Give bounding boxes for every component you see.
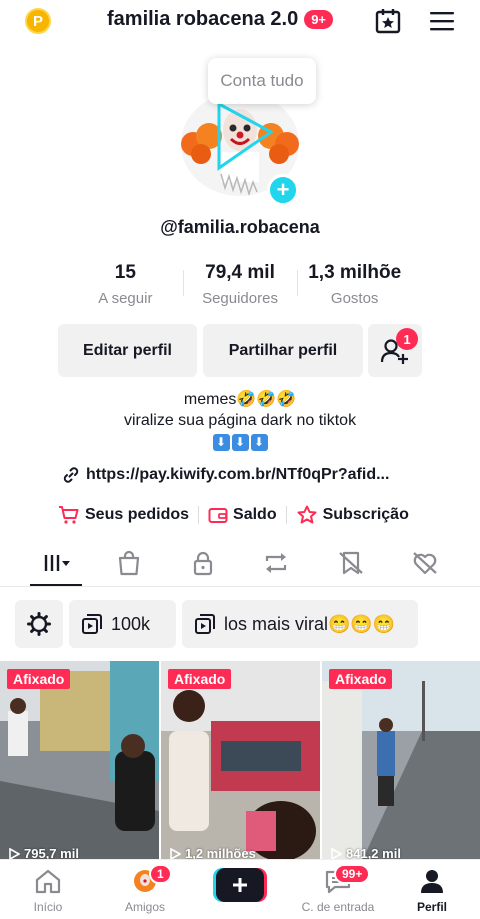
nav-profile[interactable]: Perfil <box>392 868 472 914</box>
playlist-settings-button[interactable] <box>15 600 63 648</box>
video-thumbnail[interactable]: Afixado 1,2 milhões <box>161 661 320 861</box>
nav-home[interactable]: Início <box>8 868 88 914</box>
divider <box>198 506 200 524</box>
coin-icon[interactable]: P <box>25 8 51 34</box>
playlist-chip[interactable]: los mais viral😁😁😁 <box>182 600 418 648</box>
bio-line: memes🤣🤣🤣 <box>183 391 297 408</box>
tab-favorites-hidden-icon[interactable] <box>337 549 365 577</box>
create-post-button[interactable] <box>213 868 267 902</box>
active-tab-indicator <box>30 584 82 586</box>
pinned-badge: Afixado <box>7 669 71 689</box>
gear-icon <box>27 612 51 636</box>
stat-label: Seguidores <box>202 290 278 307</box>
stat-value: 1,3 milhõe <box>308 262 402 283</box>
balance-label: Saldo <box>233 506 277 523</box>
playlist-label: los mais viral😁😁😁 <box>224 613 396 634</box>
add-avatar-icon[interactable]: + <box>267 174 299 206</box>
notification-badge: 9+ <box>304 10 334 29</box>
stat-following[interactable]: 15 A seguir <box>68 262 183 312</box>
subscription-button[interactable]: Subscrição <box>296 505 409 525</box>
menu-icon[interactable] <box>429 10 455 32</box>
tab-reposts-icon[interactable] <box>262 549 290 577</box>
nav-label: C. de entrada <box>301 900 375 914</box>
nav-label: Perfil <box>416 900 447 914</box>
account-switcher[interactable]: familia robacena 2.0 9+ <box>107 8 334 31</box>
stat-followers[interactable]: 79,4 mil Seguidores <box>182 262 298 312</box>
divider <box>285 506 287 524</box>
nav-label: Início <box>33 900 63 914</box>
video-thumbnail-image <box>0 661 159 861</box>
wallet-icon <box>208 508 228 523</box>
stats-row: 15 A seguir 79,4 mil Seguidores 1,3 milh… <box>68 262 412 312</box>
down-arrow-icon: ⬇ <box>212 434 230 451</box>
top-bar: P familia robacena 2.0 9+ <box>0 0 480 44</box>
friends-badge: 1 <box>149 864 172 884</box>
nav-friends[interactable]: Amigos 1 <box>105 864 185 914</box>
playlist-label: 100k <box>111 613 151 634</box>
subscription-label: Subscrição <box>322 506 409 523</box>
stat-value: 15 <box>114 262 136 283</box>
shop-row: Seus pedidos Saldo Subscrição <box>58 505 409 525</box>
play-icon <box>9 847 20 860</box>
playlist-icon <box>82 614 102 634</box>
stat-likes[interactable]: 1,3 milhõe Gostos <box>297 262 412 312</box>
edit-profile-button[interactable]: Editar perfil <box>58 324 197 377</box>
username: @familia.robacena <box>160 217 320 237</box>
playlist-icon <box>195 614 215 634</box>
video-thumbnail-image <box>161 661 320 861</box>
down-arrow-icon: ⬇ <box>250 434 268 451</box>
cart-icon <box>59 506 79 524</box>
pinned-badge: Afixado <box>168 669 232 689</box>
video-thumbnail[interactable]: Afixado 841,2 mil <box>322 661 480 861</box>
inbox-badge: 99+ <box>334 864 371 884</box>
bio-line: viralize sua página dark no tiktok <box>123 412 357 429</box>
orders-button[interactable]: Seus pedidos <box>58 505 189 525</box>
bio: memes🤣🤣🤣 viralize sua página dark no tik… <box>0 389 480 452</box>
play-icon <box>170 847 181 860</box>
tooltip: Conta tudo <box>208 58 316 104</box>
tab-liked-hidden-icon[interactable] <box>411 549 439 577</box>
subscription-star-icon <box>297 505 317 524</box>
balance-button[interactable]: Saldo <box>208 506 277 524</box>
share-profile-button[interactable]: Partilhar perfil <box>203 324 363 377</box>
play-icon <box>331 847 342 860</box>
playlist-chip[interactable]: 100k <box>69 600 176 648</box>
pinned-badge: Afixado <box>329 669 393 689</box>
video-thumbnail[interactable]: Afixado 795,7 mil <box>0 661 159 861</box>
calendar-star-icon[interactable] <box>374 7 402 35</box>
tab-shop-bag-icon[interactable] <box>115 549 143 577</box>
orders-label: Seus pedidos <box>85 506 190 523</box>
tab-videos-grid-icon[interactable] <box>42 549 70 577</box>
stat-label: A seguir <box>98 290 153 307</box>
page-title: familia robacena 2.0 <box>107 8 299 30</box>
link-icon <box>63 467 79 483</box>
nav-label: Amigos <box>124 900 165 914</box>
add-friend-button[interactable]: 1 <box>368 324 422 377</box>
tab-private-lock-icon[interactable] <box>189 549 217 577</box>
profile-icon <box>421 870 443 893</box>
profile-tabs <box>0 543 480 587</box>
nav-inbox[interactable]: C. de entrada 99+ <box>296 864 380 914</box>
down-arrow-icon: ⬇ <box>231 434 249 451</box>
stat-value: 79,4 mil <box>205 262 275 283</box>
bio-link[interactable]: https://pay.kiwify.com.br/NTf0qPr?afid..… <box>62 466 389 484</box>
home-icon <box>35 869 61 894</box>
bio-arrows: ⬇ ⬇ ⬇ <box>212 434 268 451</box>
video-thumbnail-image <box>322 661 480 861</box>
bottom-nav: Início Amigos 1 C. de entrada 99+ Perfil <box>0 859 480 919</box>
link-text: https://pay.kiwify.com.br/NTf0qPr?afid..… <box>86 466 390 483</box>
stat-label: Gostos <box>330 290 379 307</box>
friend-request-badge: 1 <box>396 328 418 350</box>
